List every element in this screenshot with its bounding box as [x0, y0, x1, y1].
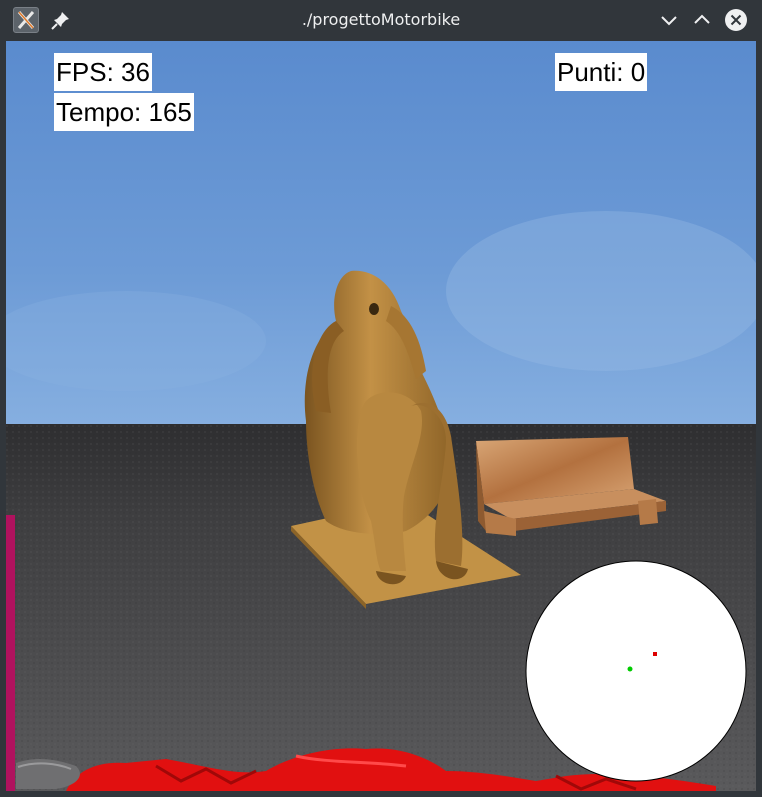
- health-bar: [6, 515, 15, 791]
- close-button[interactable]: [724, 8, 748, 32]
- target-marker: [653, 652, 657, 656]
- chevron-down-icon: [661, 16, 677, 26]
- fps-counter: FPS: 36: [54, 53, 152, 91]
- close-circle-icon: [725, 9, 747, 31]
- minimap: [525, 560, 747, 782]
- player-marker: [627, 666, 633, 672]
- cloud: [446, 211, 756, 371]
- window-title: ./progettoMotorbike: [301, 10, 461, 29]
- maximize-button[interactable]: [690, 8, 714, 32]
- score-counter: Punti: 0: [555, 53, 648, 91]
- minimize-button[interactable]: [657, 8, 681, 32]
- minimap-disc: [525, 560, 747, 782]
- game-viewport[interactable]: FPS: 36 Tempo: 165 Punti: 0: [6, 41, 756, 791]
- chevron-up-icon: [694, 14, 710, 24]
- game-scene: [6, 41, 756, 791]
- window-titlebar: ./progettoMotorbike: [0, 0, 762, 41]
- time-counter: Tempo: 165: [54, 93, 194, 131]
